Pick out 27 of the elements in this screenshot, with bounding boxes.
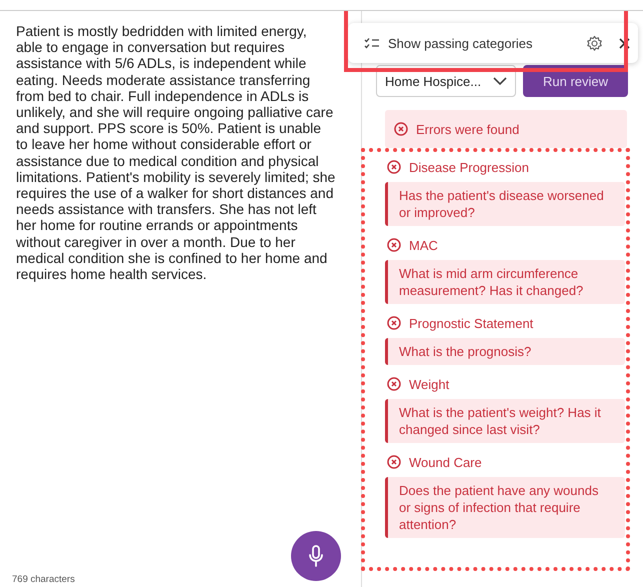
error-icon <box>387 455 401 469</box>
template-dropdown[interactable]: Home Hospice... <box>376 65 516 97</box>
show-passing-toggle[interactable]: Show passing categories <box>388 36 578 50</box>
error-icon <box>387 377 401 391</box>
error-icon <box>387 160 401 174</box>
note-text[interactable]: Patient is mostly bedridden with limited energy, able to engage in conversation but requires assistance with 5/6 ADLs, is independent while eating. Needs moderate assistance transferring from bed to chair. Full independence in ADLs is unlikely, and she will require ongoing palliative care and support. PPS score is 50%. Patient is unable to leave her home without considerable effort or assistance due to medical condition and physical limitations. Patient's mobility is severely limited; she requires the use of a walker for short distances and needs assistance with transfers. She has not left her home for routine errands or appointments without caregiver in over a month. Due to her medical condition she is confined to her home and requires home health services. <box>16 23 336 282</box>
category-message: What is the patient's weight? Has it changed since last visit? <box>385 399 625 443</box>
close-icon[interactable] <box>619 38 630 48</box>
category-message: Does the patient have any wounds or signs of infection that require attention? <box>385 477 625 538</box>
microphone-icon <box>308 545 324 567</box>
error-icon <box>387 316 401 330</box>
category-message: What is mid arm circumference measurement? Has it changed? <box>385 260 625 304</box>
category-title: MAC <box>409 238 438 252</box>
category-title: Weight <box>409 376 450 392</box>
checklist-icon <box>364 37 380 49</box>
category-title: Disease Progression <box>409 160 529 174</box>
chevron-icon <box>493 76 507 86</box>
settings-icon[interactable] <box>586 34 603 52</box>
error-icon <box>387 238 401 252</box>
summary-text: Errors were found <box>416 122 520 136</box>
category-message: What is the prognosis? <box>385 338 625 365</box>
character-count: 769 characters <box>12 574 75 585</box>
category-message: Has the patient's disease worsened or improved? <box>385 182 625 226</box>
category-title: Wound Care <box>409 454 482 470</box>
microphone-button[interactable] <box>291 531 341 581</box>
error-icon <box>394 122 408 136</box>
category-title: Prognostic Statement <box>409 316 534 330</box>
